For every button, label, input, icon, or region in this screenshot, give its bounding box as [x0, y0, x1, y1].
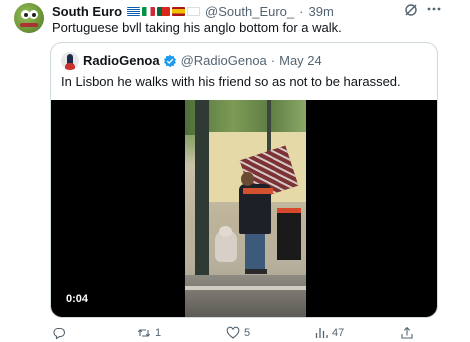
- video-man-head: [241, 172, 254, 186]
- reply-icon: [53, 327, 66, 340]
- views-button[interactable]: 47: [314, 326, 344, 340]
- like-count: 5: [244, 327, 251, 339]
- tweet-card[interactable]: South Euro @South_Euro_ · 39m Portuguese…: [0, 0, 470, 342]
- heart-icon: [226, 326, 240, 339]
- avatar-eye-right: [29, 10, 38, 19]
- video-dog-head: [219, 226, 232, 237]
- video-pole: [195, 100, 209, 286]
- video-man-stripe: [243, 188, 273, 194]
- share-icon: [401, 326, 413, 339]
- share-button[interactable]: [400, 326, 414, 340]
- header-separator: ·: [299, 3, 304, 19]
- views-icon: [315, 328, 328, 338]
- tweet-actions: 1 5 47: [0, 322, 470, 342]
- video-timestamp: 0:04: [61, 291, 94, 307]
- grok-slash-icon[interactable]: [404, 3, 418, 17]
- quoted-author-avatar[interactable]: [61, 52, 79, 70]
- video-ground: [185, 275, 306, 317]
- avatar-mouth: [20, 23, 38, 27]
- author-name[interactable]: South Euro: [52, 4, 122, 19]
- more-dots-icon[interactable]: [426, 1, 442, 17]
- quoted-tweet[interactable]: RadioGenoa @RadioGenoa · May 24 In Lisbo…: [50, 42, 438, 318]
- tweet-age[interactable]: 39m: [308, 4, 333, 19]
- retweet-button[interactable]: 1: [137, 326, 161, 340]
- quoted-tweet-date[interactable]: May 24: [279, 53, 322, 68]
- verified-badge-icon: [163, 54, 176, 67]
- video-frame: [185, 100, 306, 317]
- like-button[interactable]: 5: [226, 326, 250, 340]
- cyprus-flag-icon: [187, 6, 201, 16]
- video-player[interactable]: 0:04: [51, 100, 437, 317]
- retweet-icon: [137, 329, 151, 337]
- reply-button[interactable]: [52, 326, 70, 340]
- author-flags: [127, 6, 201, 16]
- quoted-header-separator: ·: [270, 53, 276, 68]
- author-avatar[interactable]: [14, 3, 44, 33]
- quoted-author-handle[interactable]: @RadioGenoa: [181, 53, 267, 68]
- video-curb: [185, 286, 306, 290]
- tweet-text: Portuguese bvll taking his anglo bottom …: [52, 20, 342, 35]
- italy-flag-icon: [142, 6, 156, 16]
- tweet-header: South Euro @South_Euro_ · 39m: [52, 3, 334, 19]
- greece-flag-icon: [127, 6, 141, 16]
- author-handle[interactable]: @South_Euro_: [205, 4, 294, 19]
- retweet-count: 1: [155, 327, 162, 339]
- quoted-author-name[interactable]: RadioGenoa: [83, 53, 160, 68]
- quoted-tweet-header: RadioGenoa @RadioGenoa · May 24: [83, 53, 322, 68]
- quoted-tweet-text: In Lisbon he walks with his friend so as…: [61, 74, 401, 89]
- views-count: 47: [332, 327, 345, 339]
- portugal-flag-icon: [157, 6, 171, 16]
- video-man-shoes: [245, 269, 267, 274]
- spain-flag-icon: [172, 6, 186, 16]
- video-man-legs: [245, 232, 265, 272]
- video-bin: [277, 208, 301, 260]
